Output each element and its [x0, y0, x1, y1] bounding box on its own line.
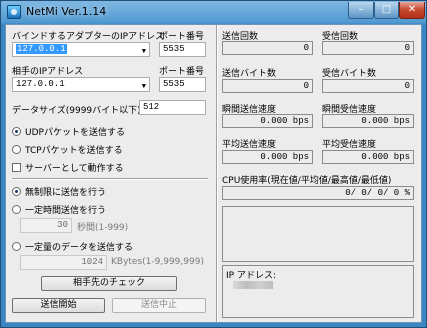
cpu-usage-label: CPU使用率(現在値/平均値/最高値/最低値): [222, 176, 392, 186]
peer-ip-combo[interactable]: 127.0.0.1 ▼: [12, 77, 150, 92]
udp-radio-label: UDPパケットを送信する: [25, 128, 125, 138]
peer-ip-value: 127.0.0.1: [16, 79, 65, 89]
radio-checked-icon[interactable]: [12, 187, 21, 196]
sent-bytes-value: 0: [222, 79, 313, 93]
inst-recv-value: 0.000 bps: [322, 114, 414, 128]
radio-unchecked-icon[interactable]: [12, 145, 21, 154]
amount-input[interactable]: 1024: [20, 255, 107, 270]
unlimited-radio[interactable]: 無制限に送信を行う: [12, 185, 106, 198]
timed-radio-label: 一定時間送信を行う: [25, 206, 107, 216]
avg-send-value: 0.000 bps: [222, 150, 313, 164]
window-title: NetMi Ver.1.14: [26, 5, 107, 18]
avg-send-label: 平均送信速度: [222, 140, 277, 150]
peer-ip-label: 相手のIPアドレス: [12, 67, 84, 77]
minimize-button[interactable]: –: [348, 2, 374, 19]
amount-radio[interactable]: 一定量のデータを送信する: [12, 240, 133, 253]
sent-bytes-label: 送信バイト数: [222, 69, 277, 79]
amount-unit-label: KBytes(1-9,999,999): [111, 257, 204, 267]
timed-radio[interactable]: 一定時間送信を行う: [12, 203, 106, 216]
tcp-radio-label: TCPパケットを送信する: [25, 146, 123, 156]
title-bar[interactable]: NetMi Ver.1.14 – □ ✕: [1, 1, 426, 23]
bind-ip-value: 127.0.0.1: [16, 44, 67, 54]
amount-radio-label: 一定量のデータを送信する: [25, 243, 134, 253]
timed-seconds-input[interactable]: 30: [20, 218, 72, 233]
checkbox-icon[interactable]: [12, 163, 21, 172]
radio-unchecked-icon[interactable]: [12, 242, 21, 251]
recv-count-value: 0: [322, 41, 414, 55]
peer-port-label: ポート番号: [159, 67, 205, 77]
sent-count-value: 0: [222, 41, 313, 55]
server-mode-label: サーバーとして動作する: [25, 164, 124, 174]
server-mode-checkbox[interactable]: サーバーとして動作する: [12, 161, 124, 174]
chevron-down-icon[interactable]: ▼: [142, 46, 146, 56]
avg-recv-label: 平均受信速度: [322, 140, 377, 150]
app-window: NetMi Ver.1.14 – □ ✕ バインドするアダプターのIPアドレス …: [0, 0, 427, 328]
stop-send-button[interactable]: 送信中止: [112, 298, 206, 313]
maximize-button[interactable]: □: [374, 2, 399, 19]
redacted-ip-address: [233, 280, 273, 290]
ip-address-box[interactable]: IP アドレス:: [222, 265, 414, 318]
start-send-button[interactable]: 送信開始: [12, 298, 105, 313]
datasize-label: データサイズ(9999バイト以下): [12, 106, 141, 116]
recv-bytes-value: 0: [322, 79, 414, 93]
radio-unchecked-icon[interactable]: [12, 205, 21, 214]
timed-unit-label: 秒間(1-999): [77, 223, 129, 233]
udp-radio[interactable]: UDPパケットを送信する: [12, 125, 125, 138]
bind-ip-label: バインドするアダプターのIPアドレス: [12, 32, 165, 42]
bind-port-input[interactable]: 5535: [159, 42, 206, 57]
client-area: バインドするアダプターのIPアドレス 127.0.0.1 ▼ ポート番号 553…: [5, 24, 422, 323]
inst-send-value: 0.000 bps: [222, 114, 313, 128]
datasize-input[interactable]: 512: [139, 100, 206, 115]
bind-ip-combo[interactable]: 127.0.0.1 ▼: [12, 42, 150, 57]
peer-port-input[interactable]: 5535: [159, 77, 206, 92]
divider: [12, 178, 208, 179]
tcp-radio[interactable]: TCPパケットを送信する: [12, 143, 123, 156]
netmi-app-icon: [7, 5, 21, 19]
cpu-usage-value: 0/ 0/ 0/ 0 %: [222, 186, 414, 200]
panel-divider: [216, 25, 217, 322]
check-peer-button[interactable]: 相手先のチェック: [41, 276, 177, 291]
chevron-down-icon[interactable]: ▼: [142, 81, 146, 91]
radio-checked-icon[interactable]: [12, 127, 21, 136]
avg-recv-value: 0.000 bps: [322, 150, 414, 164]
close-button[interactable]: ✕: [399, 2, 425, 19]
unlimited-radio-label: 無制限に送信を行う: [25, 188, 107, 198]
bind-port-label: ポート番号: [159, 32, 205, 42]
log-box[interactable]: [222, 206, 414, 262]
recv-bytes-label: 受信バイト数: [322, 69, 377, 79]
